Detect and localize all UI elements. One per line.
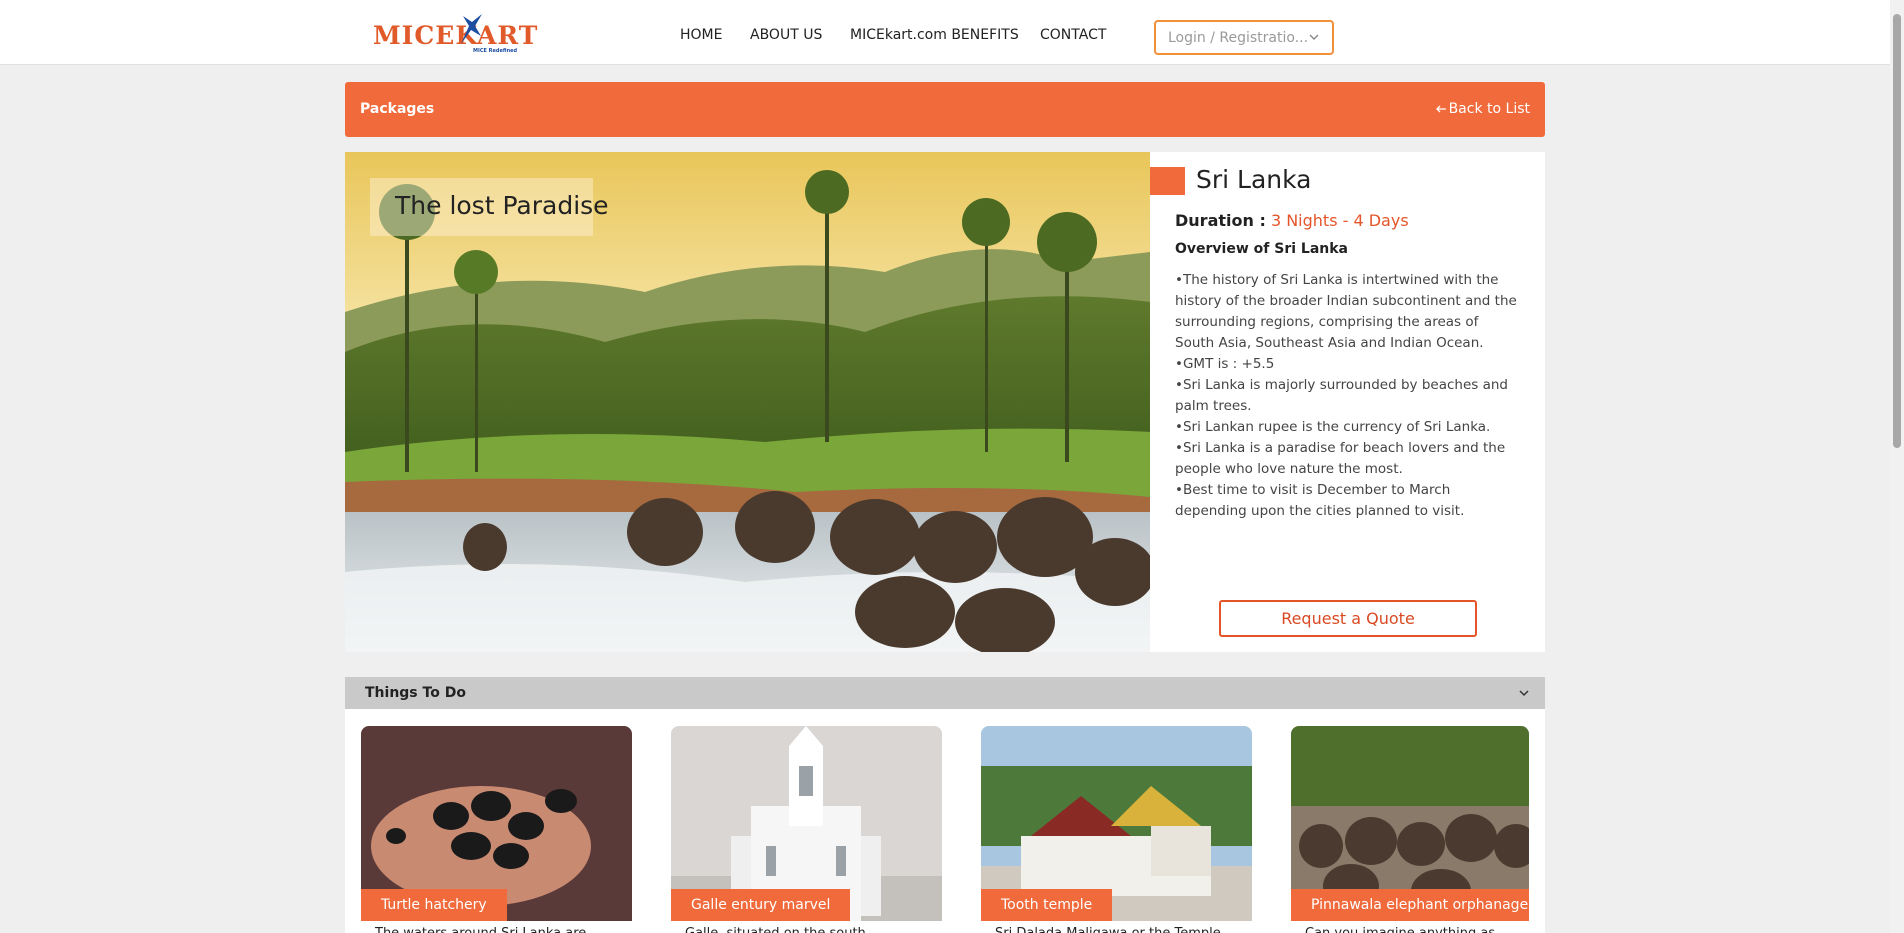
things-to-do-header[interactable]: Things To Do (345, 677, 1545, 709)
card-desc: Galle, situated on the south... (671, 921, 942, 933)
overview-line: •Sri Lanka is a paradise for beach lover… (1175, 440, 1506, 477)
request-quote-button[interactable]: Request a Quote (1219, 600, 1477, 637)
nav-benefits[interactable]: MICEkart.com BENEFITS (850, 27, 1019, 43)
nav-contact[interactable]: CONTACT (1040, 27, 1106, 43)
hero-caption: The lost Paradise (370, 178, 609, 236)
packages-title: Packages (360, 101, 435, 117)
overview-line: •GMT is : +5.5 (1175, 356, 1275, 372)
logo-tagline: MICE Redefined (473, 48, 518, 54)
card-desc: The waters around Sri Lanka are... (361, 921, 632, 933)
package-info-panel: Sri Lanka Duration : 3 Nights - 4 Days O… (1150, 152, 1545, 652)
chevron-down-icon (1309, 34, 1319, 40)
back-to-list-link[interactable]: Back to List (1435, 101, 1530, 117)
page-scrollbar[interactable] (1890, 0, 1904, 933)
things-to-do-carousel: Turtle hatchery The waters around Sri La… (345, 709, 1545, 933)
logo-star-icon (461, 14, 482, 44)
back-to-list-label: Back to List (1448, 101, 1530, 117)
overview-line: •The history of Sri Lanka is intertwined… (1175, 272, 1517, 351)
overview-line: •Sri Lanka is majorly surrounded by beac… (1175, 377, 1508, 414)
overview-body: •The history of Sri Lanka is intertwined… (1175, 270, 1520, 522)
title-accent (1150, 167, 1185, 195)
chevron-down-icon[interactable] (1517, 686, 1531, 700)
card-label: Pinnawala elephant orphanage (1291, 889, 1529, 921)
card-pinnawala[interactable]: Pinnawala elephant orphanage Can you ima… (1291, 726, 1529, 933)
nav-about-us[interactable]: ABOUT US (750, 27, 822, 43)
card-label: Turtle hatchery (361, 889, 507, 921)
login-select-value: Login / Registratio... (1168, 30, 1309, 46)
overview-line: •Sri Lankan rupee is the currency of Sri… (1175, 419, 1491, 435)
card-galle[interactable]: Galle entury marvel Galle, situated on t… (671, 726, 942, 933)
overview-heading: Overview of Sri Lanka (1175, 241, 1348, 257)
overview-line: •Best time to visit is December to March… (1175, 482, 1465, 519)
card-tooth-temple[interactable]: Tooth temple Sri Dalada Maligawa or the … (981, 726, 1252, 933)
arrow-left-icon (1435, 105, 1446, 113)
packages-bar: Packages Back to List (345, 82, 1545, 137)
card-turtle-hatchery[interactable]: Turtle hatchery The waters around Sri La… (361, 726, 632, 933)
hero-image: The lost Paradise (345, 152, 1150, 652)
site-header: MICEKART MICE Redefined HOME ABOUT US MI… (0, 0, 1890, 65)
duration-value: 3 Nights - 4 Days (1270, 211, 1409, 230)
duration-label: Duration : (1175, 211, 1266, 230)
things-to-do-title: Things To Do (365, 685, 466, 701)
duration: Duration : 3 Nights - 4 Days (1175, 211, 1409, 230)
scrollbar-thumb[interactable] (1893, 14, 1901, 448)
card-desc: Sri Dalada Maligawa or the Temple... (981, 921, 1252, 933)
package-title: Sri Lanka (1196, 165, 1312, 194)
login-registration-select[interactable]: Login / Registratio... (1154, 20, 1334, 55)
card-desc: Can you imagine anything as... (1291, 921, 1529, 933)
card-label: Tooth temple (981, 889, 1113, 921)
nav-home[interactable]: HOME (680, 27, 722, 43)
logo[interactable]: MICEKART MICE Redefined (373, 14, 543, 56)
card-label: Galle entury marvel (671, 889, 851, 921)
